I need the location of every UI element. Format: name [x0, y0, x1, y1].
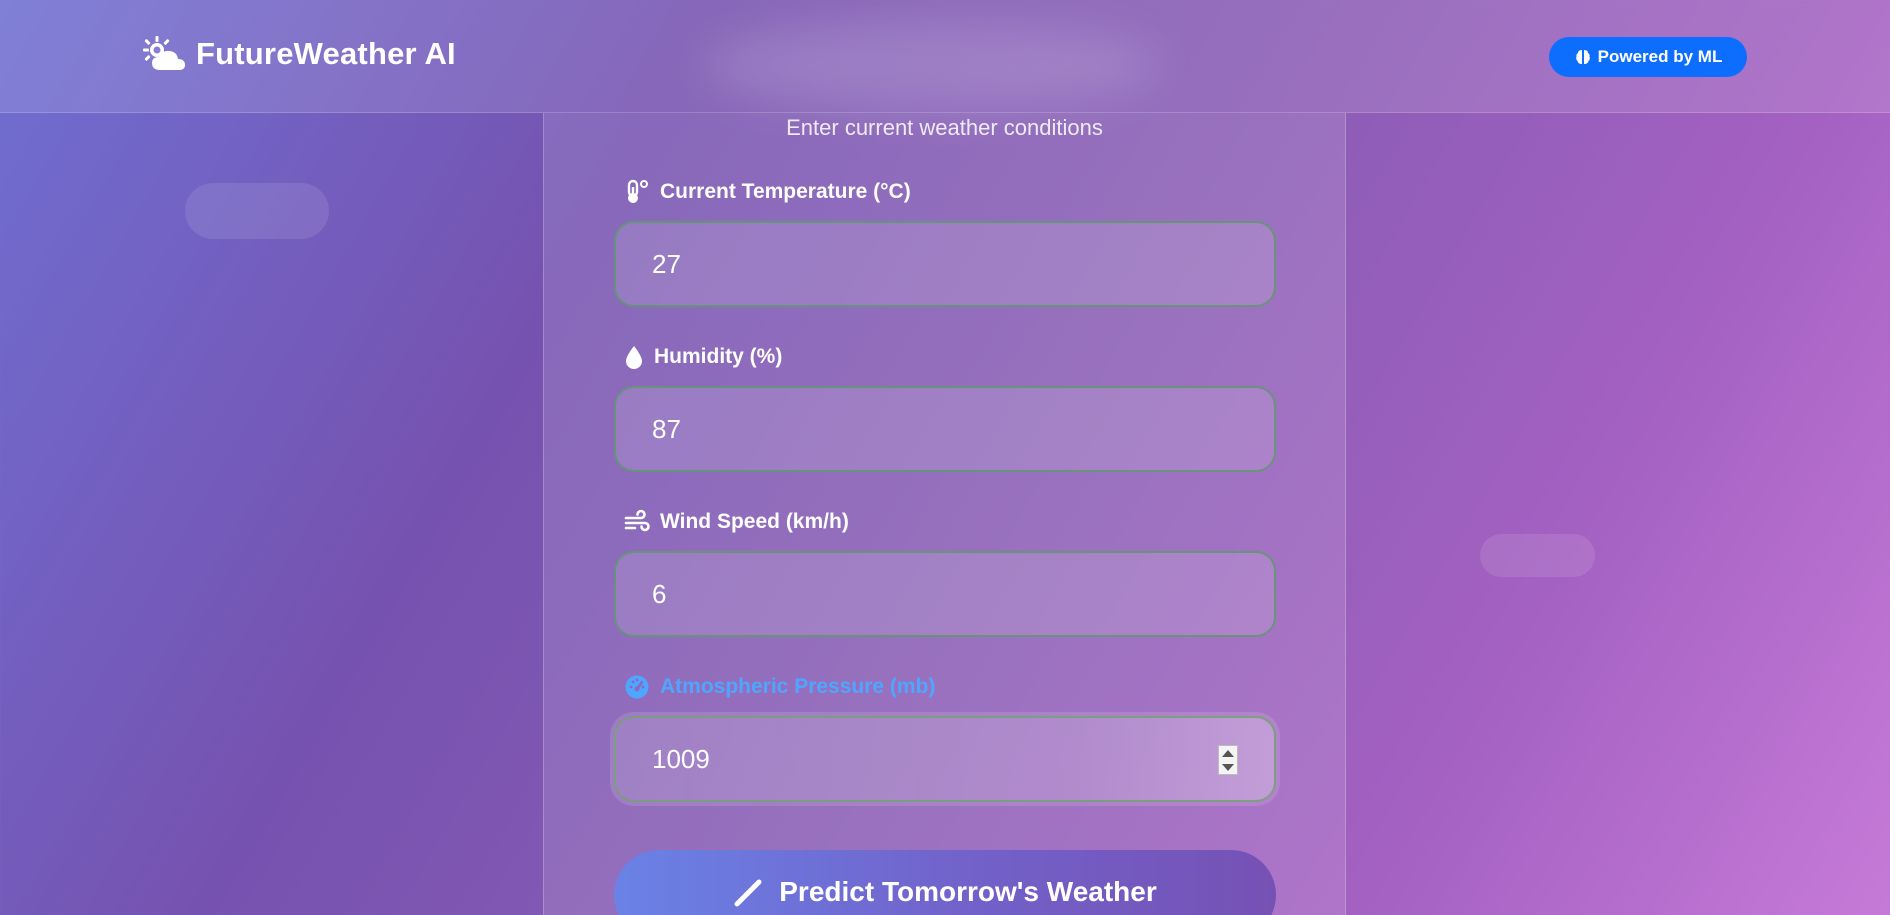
brand[interactable]: FutureWeather AI: [140, 34, 456, 74]
humidity-label-text: Humidity (%): [654, 345, 783, 368]
magic-wand-icon: [734, 879, 762, 907]
wind-speed-input[interactable]: 6: [614, 551, 1276, 637]
app-title: FutureWeather AI: [196, 36, 456, 71]
humidity-value: 87: [652, 413, 681, 444]
decorative-blob: [185, 183, 329, 239]
spin-up-arrow-icon[interactable]: [1222, 749, 1234, 757]
spin-down-arrow-icon[interactable]: [1222, 763, 1234, 771]
humidity-label: Humidity (%): [624, 344, 782, 370]
decorative-blob: [1480, 534, 1595, 577]
badge-label: Powered by ML: [1597, 47, 1723, 66]
temperature-label-text: Current Temperature (°C): [660, 180, 911, 203]
number-spinner[interactable]: [1218, 745, 1238, 775]
temperature-input[interactable]: 27: [614, 221, 1276, 307]
powered-by-ml-badge: Powered by ML: [1549, 37, 1747, 77]
temperature-value: 27: [652, 248, 681, 279]
brain-icon: [1575, 50, 1590, 64]
pressure-input[interactable]: 1009: [614, 716, 1276, 802]
temperature-label: Current Temperature (°C): [624, 179, 911, 205]
prediction-form-card: Enter current weather conditions Current…: [543, 113, 1346, 915]
pressure-value: 1009: [652, 743, 710, 774]
humidity-input[interactable]: 87: [614, 386, 1276, 472]
predict-button-label: Predict Tomorrow's Weather: [779, 876, 1157, 907]
sun-behind-cloud-icon: [143, 36, 185, 70]
droplet-icon: [626, 346, 642, 369]
thermometer-icon: [627, 179, 648, 203]
top-navbar: FutureWeather AI Powered by ML: [0, 0, 1890, 113]
gauge-icon: [625, 675, 649, 699]
wind-icon: [624, 509, 650, 532]
pressure-label-text: Atmospheric Pressure (mb): [660, 675, 936, 698]
header-glow: [700, 20, 1160, 110]
wind-speed-label: Wind Speed (km/h): [624, 509, 849, 535]
form-subtitle: Enter current weather conditions: [786, 115, 1103, 140]
wind-speed-label-text: Wind Speed (km/h): [660, 510, 849, 533]
wind-speed-value: 6: [652, 578, 667, 609]
predict-button[interactable]: Predict Tomorrow's Weather: [614, 850, 1276, 915]
pressure-label: Atmospheric Pressure (mb): [624, 674, 935, 700]
